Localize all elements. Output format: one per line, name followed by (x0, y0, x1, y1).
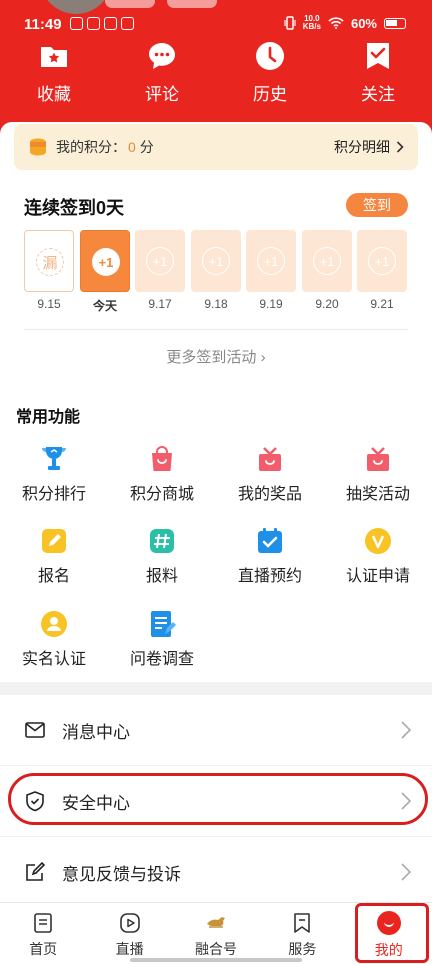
status-indicators: 10.0 KB/s 60% (284, 15, 406, 31)
divider (24, 329, 408, 330)
points-label: 我的积分： (56, 139, 126, 155)
checkin-day: +1 (135, 230, 185, 292)
quick-actions: 收藏 评论 历史 关注 (0, 38, 432, 105)
gift-icon (259, 447, 281, 471)
menu-feedback-complaint[interactable]: 意见反馈与投诉 (0, 837, 432, 907)
survey-icon (151, 611, 176, 637)
battery-icon (384, 17, 406, 29)
status-bar: 11:49 10.0 KB/s 60% (0, 12, 432, 38)
checkin-day: 漏 (24, 230, 74, 292)
main-card: 我的积分： 0 分 积分明细 连续签到0天 签到 漏 +1 +1 +1 +1 +… (0, 122, 432, 682)
folder-star-icon (41, 47, 67, 67)
func-real-name-auth[interactable]: 实名认证 (0, 609, 108, 669)
lottery-gift-icon (367, 447, 389, 471)
coin-stack-icon (30, 138, 46, 156)
func-sign-up[interactable]: 报名 (0, 526, 108, 586)
quick-history[interactable]: 历史 (216, 38, 324, 105)
checkin-date: 9.20 (315, 297, 339, 311)
quick-comments[interactable]: 评论 (108, 38, 216, 105)
bookmark-check-icon (367, 43, 389, 69)
security-center-highlight (8, 773, 428, 825)
checkin-date: 9.17 (148, 297, 172, 311)
func-verification-apply[interactable]: 认证申请 (324, 526, 432, 586)
func-my-prizes[interactable]: 我的奖品 (216, 444, 324, 504)
menu-message-center[interactable]: 消息中心 (0, 695, 432, 765)
wifi-icon (328, 17, 344, 29)
nav-live[interactable]: 直播 (86, 903, 172, 964)
func-live-reservation[interactable]: 直播预约 (216, 526, 324, 586)
user-info-badges (105, 0, 217, 8)
status-time: 11:49 (24, 16, 62, 33)
checkin-day: +1 (246, 230, 296, 292)
nav-me-highlight (355, 903, 429, 963)
feedback-edit-icon (26, 861, 46, 881)
checkin-date: 9.19 (259, 297, 283, 311)
verified-v-icon (365, 528, 391, 554)
not-logged-badge (167, 0, 217, 8)
nav-home[interactable]: 首页 (0, 903, 86, 964)
app-notification-icon (70, 17, 83, 30)
play-circle-icon (119, 913, 140, 933)
checkin-date: 9.18 (204, 297, 228, 311)
vibrate-icon (284, 16, 296, 30)
func-points-mall[interactable]: 积分商城 (108, 444, 216, 504)
more-checkin-activities-link[interactable]: 更多签到活动 › (0, 346, 432, 367)
calendar-check-icon (258, 528, 282, 553)
checkin-date: 9.21 (370, 297, 394, 311)
checkin-day: +1 (302, 230, 352, 292)
hashtag-icon (150, 529, 174, 553)
level-badge (105, 0, 155, 8)
points-bar: 我的积分： 0 分 积分明细 (14, 124, 418, 170)
home-indicator[interactable] (130, 958, 302, 962)
net-speed: 10.0 KB/s (302, 14, 321, 31)
clock-icon (256, 42, 284, 70)
points-detail-link[interactable]: 积分明细 (334, 137, 404, 157)
tiktok-icon (87, 17, 100, 30)
points-unit: 分 (139, 139, 154, 155)
user-id-icon (41, 611, 67, 637)
checkin-title: 连续签到0天 (24, 198, 125, 218)
points-value: 0 (128, 139, 136, 155)
chevron-right-icon (401, 721, 412, 739)
checkin-day-today[interactable]: +1 (80, 230, 130, 292)
trophy-icon (42, 447, 66, 470)
chevron-right-icon (401, 863, 412, 881)
nav-media-account[interactable]: 融合号 (173, 903, 259, 964)
func-lottery[interactable]: 抽奖活动 (324, 444, 432, 504)
chevron-right-icon (396, 141, 404, 153)
checkin-day: +1 (357, 230, 407, 292)
android-icon (121, 17, 134, 30)
func-points-ranking[interactable]: 积分排行 (0, 444, 108, 504)
common-functions-title: 常用功能 (16, 409, 81, 426)
chat-bubble-icon (149, 43, 175, 69)
horse-logo-icon (206, 917, 225, 928)
edit-pencil-icon (42, 529, 66, 553)
weibo-icon (104, 17, 117, 30)
battery-percent: 60% (350, 15, 377, 31)
func-tip-off[interactable]: 报料 (108, 526, 216, 586)
checkin-day: +1 (191, 230, 241, 292)
service-bookmark-icon (294, 913, 311, 933)
nav-service[interactable]: 服务 (259, 903, 345, 964)
quick-favorites[interactable]: 收藏 (0, 38, 108, 105)
shopping-bag-icon (152, 446, 172, 471)
func-survey[interactable]: 问卷调查 (108, 609, 216, 669)
notification-icons (70, 17, 134, 30)
quick-following[interactable]: 关注 (324, 38, 432, 105)
mail-icon (25, 722, 45, 738)
checkin-date: 今天 (92, 299, 117, 313)
checkin-button[interactable]: 签到 (346, 193, 408, 217)
news-doc-icon (34, 913, 52, 933)
checkin-date: 9.15 (37, 297, 61, 311)
